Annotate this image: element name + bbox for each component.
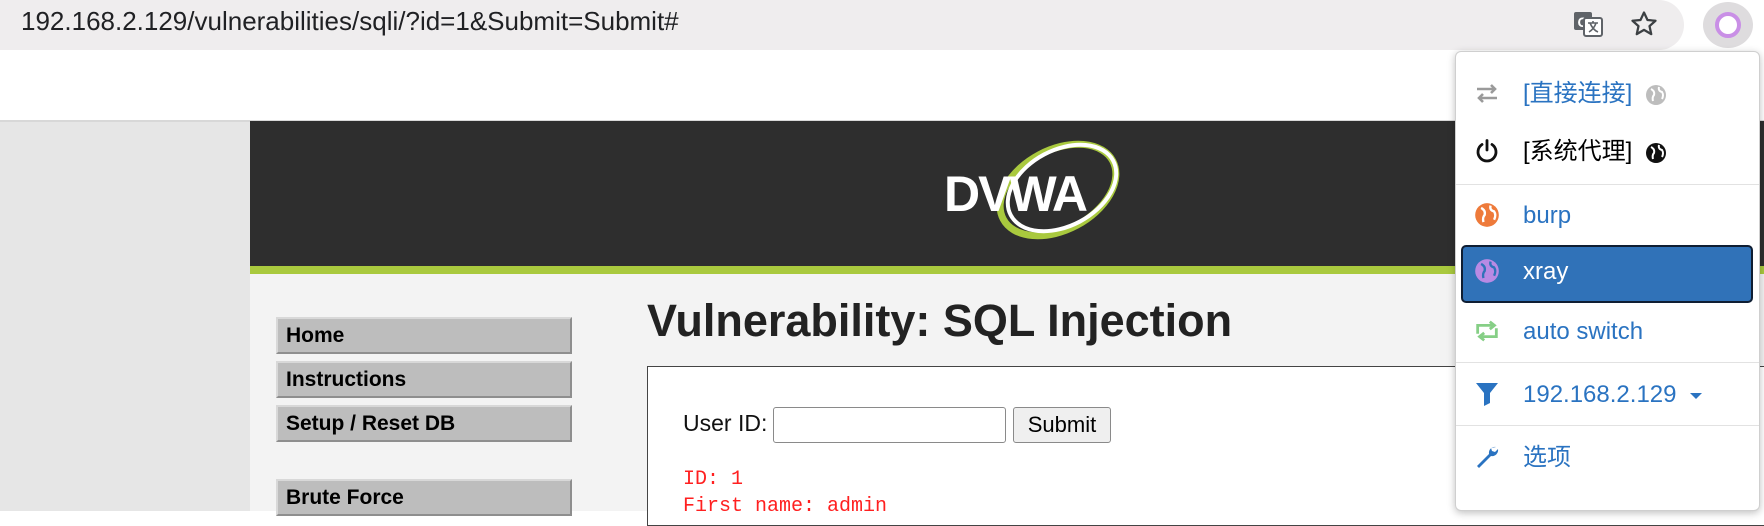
globe-icon — [1473, 257, 1501, 285]
caret-down-icon — [1690, 392, 1703, 399]
url-text[interactable]: 192.168.2.129/vulnerabilities/sqli/?id=1… — [21, 4, 679, 38]
submit-button[interactable]: Submit — [1013, 407, 1111, 443]
filter-icon — [1473, 380, 1501, 408]
bookmark-star-icon[interactable] — [1626, 6, 1662, 42]
translate-icon[interactable]: G — [1570, 6, 1606, 42]
auto-switch-icon — [1473, 317, 1501, 345]
power-icon — [1473, 137, 1501, 165]
result-first-name: First name: admin — [683, 495, 888, 518]
popup-divider — [1456, 425, 1759, 426]
proxy-item-label: xray — [1523, 258, 1569, 285]
proxy-extension-icon[interactable] — [1703, 2, 1753, 48]
globe-icon — [1646, 142, 1667, 163]
proxy-item-label: auto switch — [1523, 318, 1644, 345]
menu-item-brute-force[interactable]: Brute Force — [276, 479, 572, 516]
globe-icon — [1473, 201, 1501, 229]
user-id-input[interactable] — [773, 407, 1006, 443]
proxy-item-label: burp — [1523, 202, 1572, 229]
wrench-icon — [1473, 443, 1501, 471]
proxy-item-options[interactable]: 选项 — [1461, 431, 1753, 483]
result-id: ID: 1 — [683, 468, 744, 491]
proxy-item-auto-switch[interactable]: auto switch — [1461, 305, 1753, 357]
proxy-item-label: 192.168.2.129 — [1523, 381, 1677, 408]
globe-icon — [1646, 84, 1667, 105]
user-id-label: User ID: — [683, 410, 768, 436]
proxy-item-label: 选项 — [1523, 444, 1571, 471]
popup-divider — [1456, 362, 1759, 363]
logo-text: DVWA — [944, 166, 1087, 222]
proxy-item-label: [系统代理] — [1523, 138, 1633, 165]
proxy-item-xray[interactable]: xray — [1461, 245, 1753, 303]
proxy-item-burp[interactable]: burp — [1461, 189, 1753, 241]
address-bar[interactable]: 192.168.2.129/vulnerabilities/sqli/?id=1… — [0, 0, 1684, 50]
browser-toolbar: 192.168.2.129/vulnerabilities/sqli/?id=1… — [0, 0, 1764, 50]
menu-item-setup[interactable]: Setup / Reset DB — [276, 405, 572, 442]
proxy-item-rule-host[interactable]: 192.168.2.129 — [1461, 368, 1753, 420]
menu-item-home[interactable]: Home — [276, 317, 572, 354]
proxy-item-system[interactable]: [系统代理] — [1461, 125, 1753, 177]
dvwa-logo[interactable]: DVWA — [940, 136, 1140, 251]
transfer-arrows-icon — [1473, 79, 1501, 107]
page-title: Vulnerability: SQL Injection — [647, 295, 1233, 346]
proxy-item-direct[interactable]: [直接连接] — [1461, 67, 1753, 119]
menu-item-instructions[interactable]: Instructions — [276, 361, 572, 398]
popup-divider — [1456, 184, 1759, 185]
proxy-item-label: [直接连接] — [1523, 80, 1633, 107]
